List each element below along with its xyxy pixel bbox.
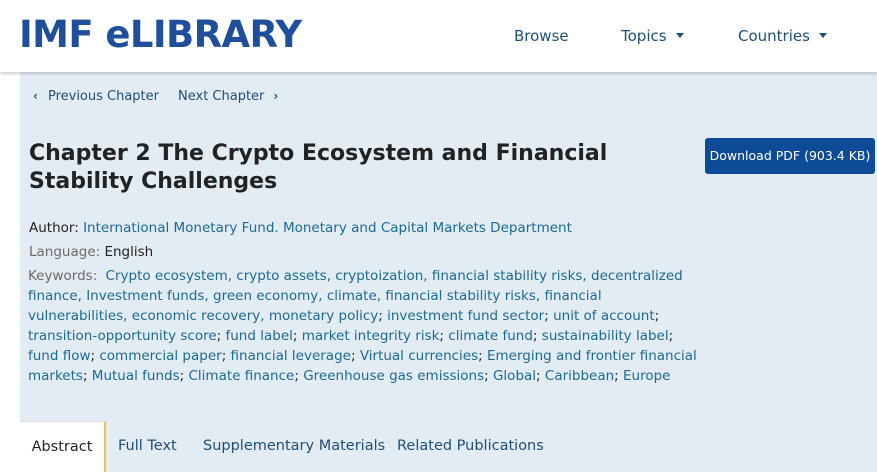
caret-down-icon <box>675 33 684 38</box>
page-title: Chapter 2 The Crypto Ecosystem and Finan… <box>29 141 608 194</box>
author-label: Author: <box>29 220 79 236</box>
keyword-separator: ; <box>536 368 545 384</box>
site-header: IMF eLIBRARY Browse Topics Countries <box>0 0 877 72</box>
next-chapter-link[interactable]: Next Chapter › <box>178 88 278 105</box>
language-value: English <box>104 244 154 260</box>
keyword-link[interactable]: Europe <box>623 368 670 384</box>
keyword-separator: ; <box>378 308 388 324</box>
keyword-separator: ; <box>439 328 449 344</box>
keyword-separator: ; <box>350 348 360 364</box>
keyword-separator: ; <box>484 368 493 384</box>
keywords-block: Keywords: Crypto ecosystem, crypto asset… <box>28 266 698 386</box>
next-chapter-label: Next Chapter <box>178 89 265 104</box>
keyword-separator: ; <box>668 328 674 344</box>
keyword-separator: ; <box>294 368 304 384</box>
keyword-separator: ; <box>544 308 554 324</box>
keyword-link[interactable]: Caribbean <box>545 368 614 384</box>
keyword-link[interactable]: climate fund <box>448 328 533 344</box>
keyword-link[interactable]: commercial paper <box>99 348 221 364</box>
tab-full-text[interactable]: Full Text <box>118 421 177 472</box>
keyword-link[interactable]: sustainability label <box>542 328 669 344</box>
previous-chapter-link[interactable]: ‹ Previous Chapter <box>33 88 159 105</box>
previous-chapter-label: Previous Chapter <box>47 89 159 104</box>
keyword-link[interactable]: transition-opportunity score <box>28 328 217 344</box>
author-link[interactable]: International Monetary Fund. Monetary an… <box>83 220 572 236</box>
keywords-list: Crypto ecosystem, crypto assets, cryptoi… <box>28 268 697 384</box>
nav-browse-label: Browse <box>514 27 569 45</box>
chevron-left-icon: ‹ <box>33 89 38 103</box>
keyword-link[interactable]: Greenhouse gas emissions <box>303 368 484 384</box>
keyword-link[interactable]: Virtual currencies <box>360 348 478 364</box>
chevron-right-icon: › <box>273 89 279 103</box>
keyword-separator: ; <box>82 368 92 384</box>
keyword-separator: ; <box>216 328 226 344</box>
tab-related-publications[interactable]: Related Publications <box>397 421 544 472</box>
keyword-link[interactable]: investment fund sector <box>387 308 544 324</box>
keyword-link[interactable]: fund flow <box>28 348 91 364</box>
keyword-link[interactable]: unit of account <box>553 308 655 324</box>
caret-down-icon <box>818 33 827 38</box>
imf-elibrary-logo[interactable]: IMF eLIBRARY <box>19 12 302 58</box>
nav-browse[interactable]: Browse <box>514 26 569 46</box>
keyword-separator: ; <box>221 348 231 364</box>
keywords-label: Keywords: <box>28 268 98 284</box>
language-row: Language: English <box>29 242 153 262</box>
author-row: Author: International Monetary Fund. Mon… <box>29 218 572 238</box>
keyword-separator: ; <box>292 328 302 344</box>
keyword-separator: ; <box>478 348 487 364</box>
keyword-link[interactable]: Global <box>493 368 536 384</box>
tab-supplementary-materials[interactable]: Supplementary Materials <box>203 421 385 472</box>
tab-abstract[interactable]: Abstract <box>20 421 106 472</box>
keyword-separator: ; <box>654 308 660 324</box>
keyword-link[interactable]: Climate finance <box>188 368 294 384</box>
keyword-link[interactable]: Mutual funds <box>92 368 180 384</box>
nav-countries[interactable]: Countries <box>738 26 827 46</box>
keyword-separator: ; <box>532 328 542 344</box>
keyword-separator: ; <box>614 368 624 384</box>
keyword-link[interactable]: financial leverage <box>231 348 351 364</box>
nav-topics[interactable]: Topics <box>621 26 684 46</box>
keyword-link[interactable]: fund label <box>226 328 293 344</box>
download-pdf-button[interactable]: Download PDF (903.4 KB) <box>705 138 875 174</box>
language-label: Language: <box>29 244 101 260</box>
nav-topics-label: Topics <box>621 27 667 45</box>
keyword-link[interactable]: market integrity risk <box>302 328 440 344</box>
nav-countries-label: Countries <box>738 27 810 45</box>
